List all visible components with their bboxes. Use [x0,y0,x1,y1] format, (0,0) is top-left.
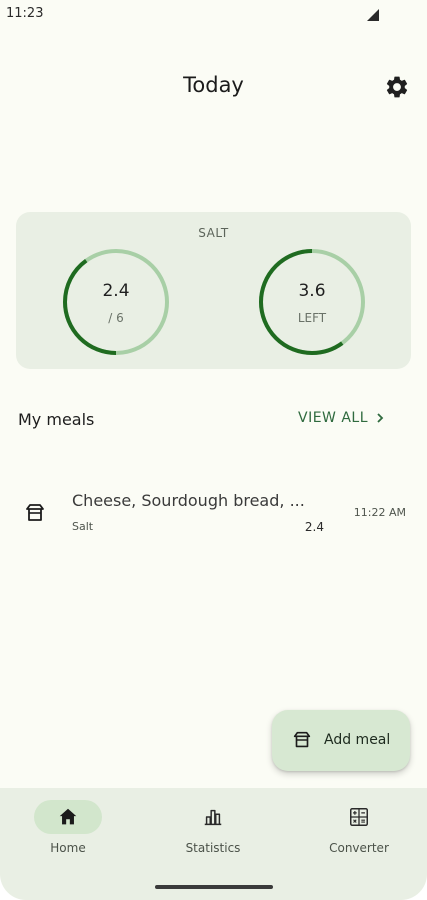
remaining-label: LEFT [297,311,327,325]
chevron-right-icon [377,413,384,423]
my-meals-title: My meals [18,410,95,429]
consumed-limit: / 6 [108,311,124,325]
remaining-value: 3.6 [298,281,326,301]
meal-salt-amount: 2.4 [304,520,324,534]
add-meal-button[interactable]: Add meal [272,710,410,771]
nav-item-converter[interactable]: Converter [299,800,419,860]
view-all-label: VIEW ALL [298,410,369,426]
nav-item-statistics[interactable]: Statistics [153,800,273,860]
app-screen: 11:23 Today SALT 2.4 / 6 3.6 LEFT My mea… [0,0,427,900]
page-title: Today [183,73,244,97]
status-bar: 11:23 [0,0,427,30]
remaining-gauge: 3.6 LEFT [258,248,366,356]
salt-summary-card: SALT 2.4 / 6 3.6 LEFT [16,212,411,369]
nav-label-home: Home [50,841,86,855]
meal-list-item[interactable]: Cheese, Sourdough bread, ... Salt 2.4 11… [0,478,427,550]
meal-nutrient-label: Salt [72,520,94,533]
consumed-gauge: 2.4 / 6 [62,248,170,356]
card-title: SALT [198,226,229,240]
home-icon [59,808,77,825]
nav-label-statistics: Statistics [185,841,241,855]
gear-icon[interactable] [384,74,410,100]
home-indicator [155,885,273,889]
meal-name: Cheese, Sourdough bread, ... [72,491,305,510]
nav-item-home[interactable]: Home [8,800,128,860]
status-time: 11:23 [6,6,44,21]
view-all-link[interactable]: VIEW ALL [298,410,386,426]
nav-label-converter: Converter [329,841,389,855]
consumed-value: 2.4 [102,281,130,301]
consumed-ring [63,249,169,355]
add-meal-label: Add meal [324,732,391,748]
meal-bowl-icon [26,504,44,521]
statistics-icon [204,809,222,826]
remaining-ring [259,249,365,355]
signal-icon [367,9,379,21]
meal-time: 11:22 AM [353,506,406,519]
bottom-navigation: Home Statistics Converter [0,788,427,900]
meal-bowl-icon [293,731,311,748]
converter-icon [350,808,368,826]
